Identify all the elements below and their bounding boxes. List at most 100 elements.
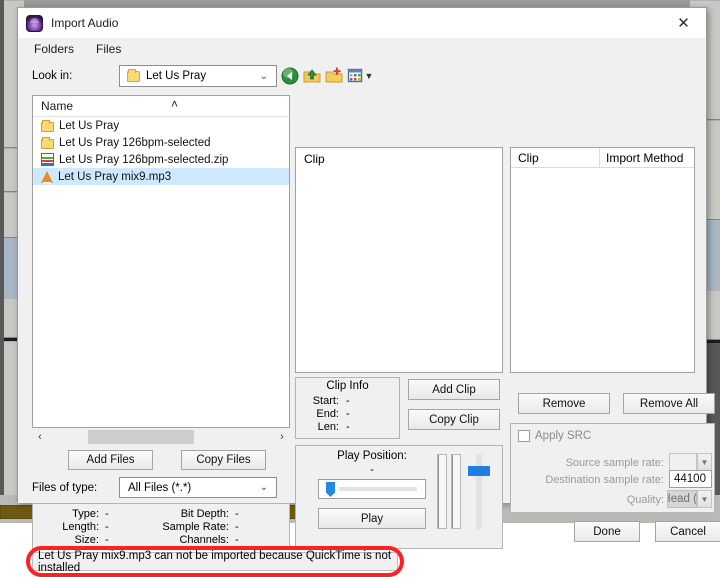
- add-files-button[interactable]: Add Files: [68, 450, 153, 470]
- list-item-label: Let Us Pray 126bpm-selected: [59, 137, 211, 149]
- files-of-type-label: Files of type:: [32, 482, 97, 494]
- bg-edge: [0, 0, 4, 523]
- clip-len-label: Len:: [299, 421, 339, 433]
- chevron-down-icon: ⌄: [260, 71, 268, 82]
- app-icon: [26, 15, 43, 32]
- sort-ascending-icon: ˄: [171, 97, 178, 111]
- destination-sample-rate-input[interactable]: 44100: [669, 470, 712, 488]
- list-item[interactable]: Let Us Pray 126bpm-selected: [33, 134, 289, 151]
- status-bar: Let Us Pray mix9.mp3 can not be imported…: [32, 552, 398, 571]
- clip-info-title: Clip Info: [296, 380, 399, 392]
- scrollbar-track[interactable]: [48, 430, 274, 444]
- horizontal-scrollbar[interactable]: ‹ ›: [32, 429, 290, 445]
- import-clip-list[interactable]: Clip Import Method: [510, 147, 695, 373]
- clip-preview-header: Clip: [304, 152, 502, 166]
- clip-len-value: -: [346, 421, 350, 433]
- bit-depth-value: -: [235, 508, 239, 520]
- slider-track: [339, 487, 417, 491]
- back-icon[interactable]: [281, 67, 299, 85]
- source-sample-rate-label: Source sample rate:: [521, 457, 664, 469]
- new-folder-icon[interactable]: [325, 67, 343, 85]
- vlc-media-icon: [41, 171, 53, 183]
- source-sample-rate-input[interactable]: [669, 453, 697, 471]
- look-in-value: Let Us Pray: [146, 70, 206, 82]
- dialog-body: Look in: Let Us Pray ⌄: [18, 59, 706, 503]
- watermark: Cloudmidi.net: [574, 546, 690, 568]
- channels-value: -: [235, 534, 239, 546]
- file-list-header[interactable]: Name ˄: [33, 96, 289, 117]
- clip-start-value: -: [346, 395, 350, 407]
- up-folder-icon[interactable]: [303, 67, 321, 85]
- play-panel: Play Position: - Play: [295, 445, 503, 549]
- copy-files-button[interactable]: Copy Files: [181, 450, 266, 470]
- bit-depth-label: Bit Depth:: [137, 508, 229, 520]
- status-message: Let Us Pray mix9.mp3 can not be imported…: [38, 550, 397, 574]
- look-in-label: Look in:: [32, 70, 72, 82]
- close-icon[interactable]: ✕: [661, 8, 706, 38]
- view-mode-icon[interactable]: [347, 67, 365, 85]
- scrollbar-thumb[interactable]: [88, 430, 194, 444]
- source-sample-rate-dropdown[interactable]: ▼: [697, 453, 712, 471]
- list-item-label: Let Us Pray: [59, 120, 119, 132]
- copy-clip-button[interactable]: Copy Clip: [408, 409, 500, 430]
- apply-src-label: Apply SRC: [535, 430, 591, 442]
- files-of-type-combo[interactable]: All Files (*.*) ⌄: [119, 477, 277, 498]
- add-clip-button[interactable]: Add Clip: [408, 379, 500, 400]
- src-settings-panel: Apply SRC Source sample rate: ▼ Destinat…: [510, 423, 715, 513]
- menu-item-folders[interactable]: Folders: [32, 41, 76, 57]
- column-divider[interactable]: [599, 148, 600, 168]
- quality-select[interactable]: Tweak Head (Slowest: [667, 490, 697, 508]
- done-button[interactable]: Done: [574, 521, 640, 542]
- import-clip-list-header[interactable]: Clip Import Method: [511, 148, 694, 168]
- menu-bar: Folders Files: [18, 38, 706, 59]
- vu-meter-right: [451, 454, 461, 529]
- clip-info-end-row: End: -: [299, 408, 399, 421]
- folder-icon: [41, 139, 54, 149]
- remove-button[interactable]: Remove: [518, 393, 610, 414]
- clip-info-start-row: Start: -: [299, 395, 399, 408]
- title-bar: Import Audio ✕: [18, 8, 706, 38]
- clip-preview-panel[interactable]: Clip: [295, 147, 503, 373]
- clip-end-label: End:: [299, 408, 339, 420]
- apply-src-checkbox[interactable]: [518, 430, 530, 442]
- slider-thumb[interactable]: [326, 482, 335, 497]
- volume-slider-thumb[interactable]: [468, 466, 490, 476]
- scroll-left-icon[interactable]: ‹: [32, 431, 48, 443]
- size-value: -: [105, 534, 109, 546]
- play-button[interactable]: Play: [318, 508, 426, 529]
- play-position-label: Play Position:: [318, 450, 426, 462]
- list-item[interactable]: Let Us Pray 126bpm-selected.zip: [33, 151, 289, 168]
- destination-sample-rate-value: 44100: [674, 473, 706, 485]
- list-item[interactable]: Let Us Pray: [33, 117, 289, 134]
- channels-label: Channels:: [137, 534, 229, 546]
- look-in-row: Look in: Let Us Pray ⌄: [18, 59, 708, 95]
- folder-icon: [41, 122, 54, 132]
- list-item-label: Let Us Pray 126bpm-selected.zip: [59, 154, 228, 166]
- column-header-name: Name: [41, 99, 73, 113]
- chevron-down-icon[interactable]: ▼: [364, 71, 374, 81]
- size-label: Size:: [33, 534, 99, 546]
- play-position-slider[interactable]: [318, 479, 426, 499]
- column-header-clip: Clip: [518, 151, 539, 165]
- clip-end-value: -: [346, 408, 350, 420]
- cancel-button[interactable]: Cancel: [655, 521, 720, 542]
- folder-icon: [127, 71, 140, 82]
- quality-dropdown-arrow[interactable]: ▼: [697, 490, 712, 508]
- quality-label: Quality:: [551, 494, 664, 506]
- chevron-down-icon: ⌄: [260, 482, 268, 493]
- vu-meter-left: [437, 454, 447, 529]
- scroll-right-icon[interactable]: ›: [274, 431, 290, 443]
- file-details-panel: Type: - Length: - Size: - Bit Depth: - S…: [32, 503, 290, 549]
- quality-value: Tweak Head (Slowest: [667, 493, 697, 505]
- remove-all-button[interactable]: Remove All: [623, 393, 715, 414]
- destination-sample-rate-label: Destination sample rate:: [511, 474, 664, 486]
- list-item-selected[interactable]: Let Us Pray mix9.mp3: [33, 168, 289, 185]
- look-in-combo[interactable]: Let Us Pray ⌄: [119, 65, 277, 87]
- clip-info-len-row: Len: -: [299, 421, 399, 434]
- apply-src-checkbox-row[interactable]: Apply SRC: [518, 430, 591, 442]
- window-title: Import Audio: [51, 16, 118, 30]
- menu-item-files[interactable]: Files: [94, 41, 123, 57]
- file-list[interactable]: Name ˄ Let Us Pray Let Us Pray 126bpm-se…: [32, 95, 290, 428]
- type-value: -: [105, 508, 109, 520]
- clip-start-label: Start:: [299, 395, 339, 407]
